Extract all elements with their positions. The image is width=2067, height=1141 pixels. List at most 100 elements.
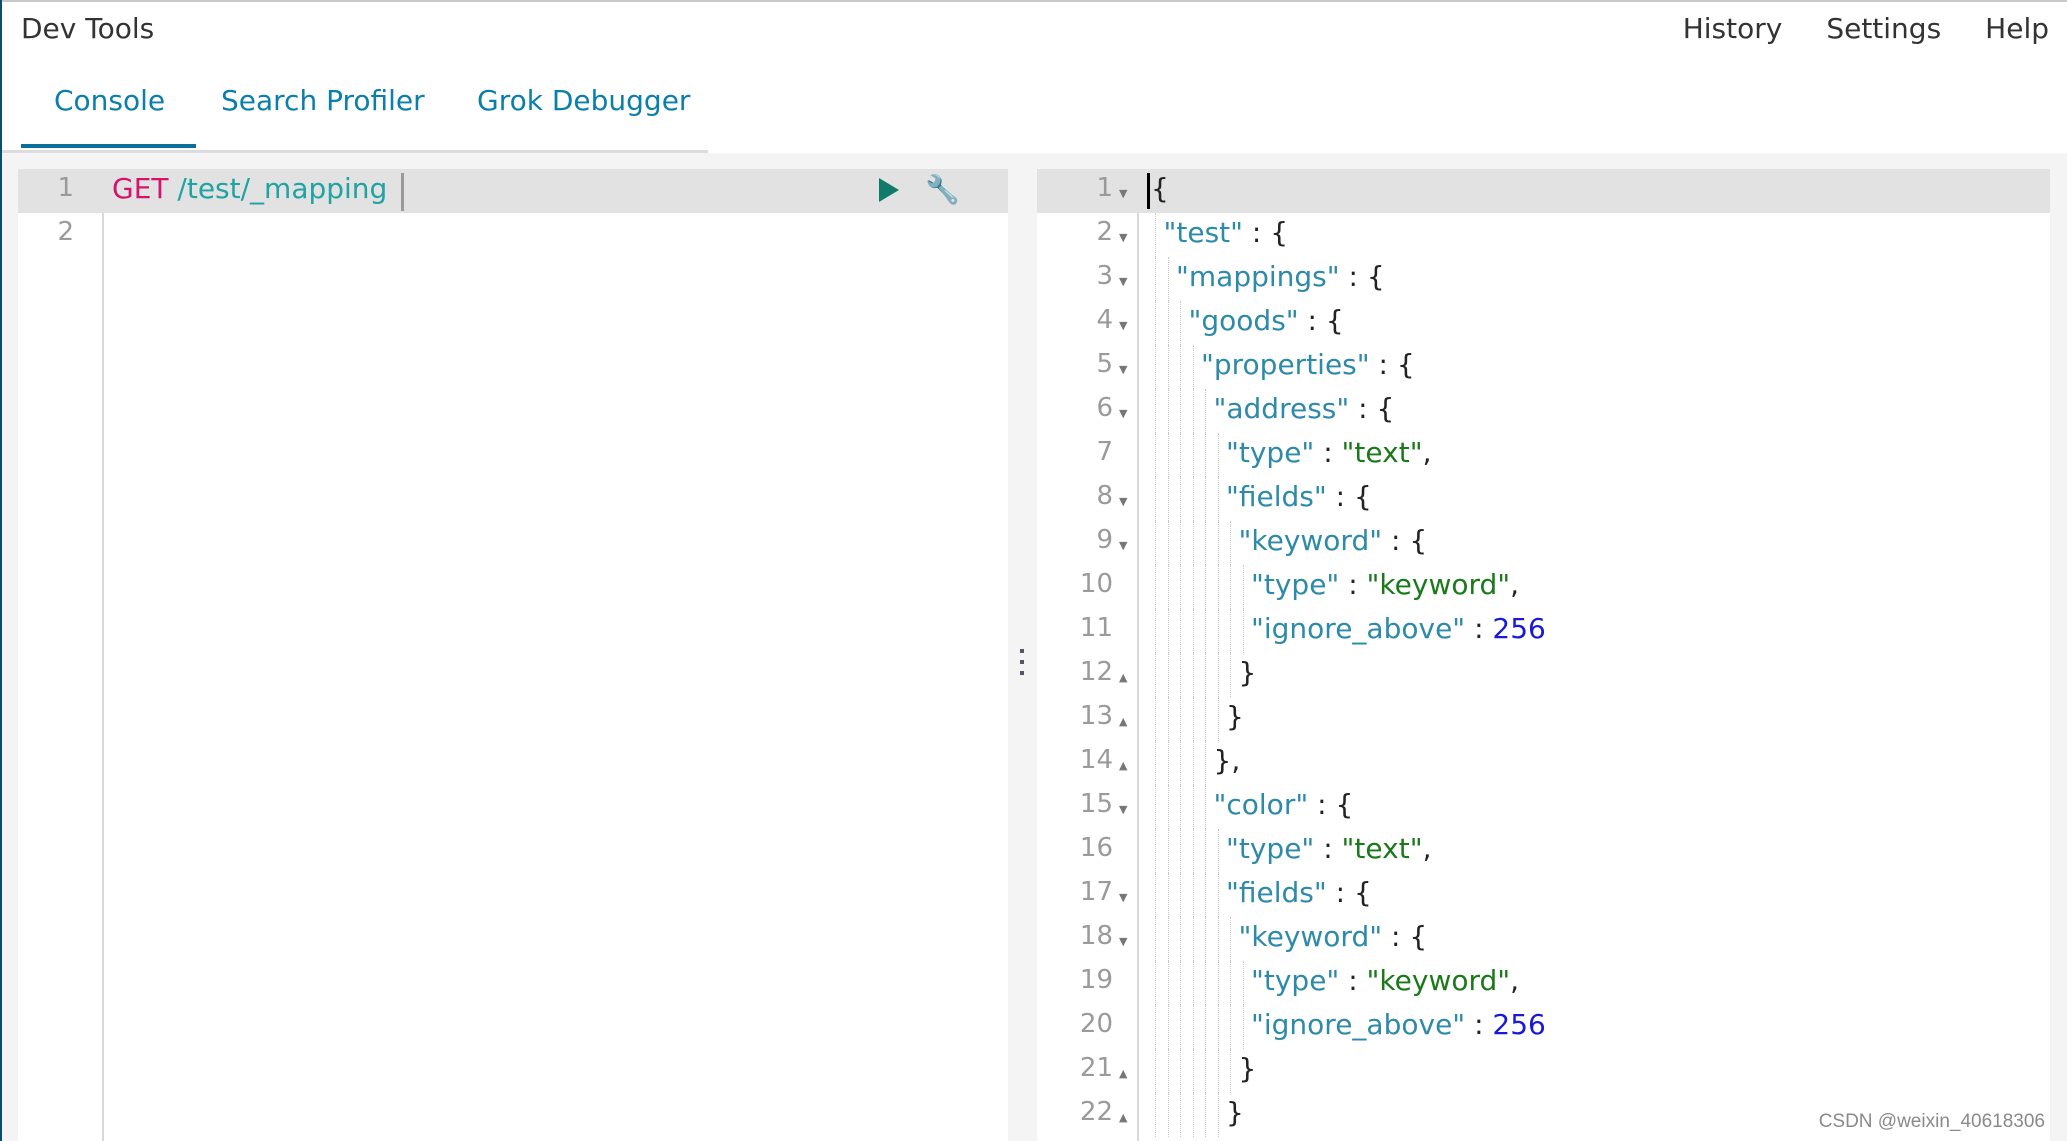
token-punc: : { [1326, 876, 1372, 909]
response-line[interactable]: 1 ▼ { [1037, 169, 2050, 213]
fold-collapse-icon[interactable]: ▼ [1119, 803, 1127, 816]
response-line[interactable]: 19 "type" : "keyword", [1037, 961, 2050, 1005]
response-line[interactable]: 20 "ignore_above" : 256 [1037, 1005, 2050, 1049]
token-punc: , [1422, 436, 1432, 469]
indent-guide [1192, 873, 1194, 917]
token-num: 256 [1492, 1008, 1546, 1041]
indent-guide [1205, 1049, 1206, 1093]
token-punc: }, [1213, 744, 1241, 777]
indent-guide [1180, 917, 1181, 961]
response-line[interactable]: 7 "type" : "text", [1037, 433, 2050, 477]
indent-guide [1167, 653, 1169, 697]
fold-collapse-icon[interactable]: ▼ [1119, 539, 1127, 552]
indent-guide [1167, 917, 1169, 961]
indent-guide [1230, 961, 1231, 1005]
response-line[interactable]: 17 ▼ "fields" : { [1037, 873, 2050, 917]
request-actions: 🔧 [879, 176, 960, 204]
token-punc: : { [1243, 216, 1289, 249]
response-line[interactable]: 2 ▼ "test" : { [1037, 213, 2050, 257]
indent-guide [1230, 609, 1231, 653]
response-line[interactable]: 13 ▲} [1037, 697, 2050, 741]
wrench-icon[interactable]: 🔧 [925, 176, 960, 204]
response-line[interactable]: 4 ▼ "goods" : { [1037, 301, 2050, 345]
indent-guide [1167, 1049, 1169, 1093]
indent-guide [1230, 1005, 1231, 1049]
line-number: 12 [1079, 657, 1113, 687]
fold-collapse-icon[interactable]: ▼ [1119, 231, 1127, 244]
indent-guide [1180, 565, 1181, 609]
indent-guide [1205, 785, 1206, 829]
response-line[interactable]: 5 ▼ "properties" : { [1037, 345, 2050, 389]
fold-expand-icon[interactable]: ▲ [1119, 1067, 1127, 1080]
request-code[interactable]: GET /test/_mapping [112, 172, 387, 205]
fold-collapse-icon[interactable]: ▼ [1119, 319, 1127, 332]
help-link[interactable]: Help [1985, 12, 2049, 45]
settings-link[interactable]: Settings [1826, 12, 1941, 45]
token-key: "type" [1251, 964, 1340, 997]
token-key: "goods" [1188, 304, 1299, 337]
indent-guide [1180, 521, 1181, 565]
token-key: "ignore_above" [1251, 612, 1466, 645]
fold-expand-icon[interactable]: ▲ [1119, 759, 1127, 772]
indent-guide [1192, 565, 1194, 609]
indent-guide [1205, 829, 1206, 873]
tab-console[interactable]: Console [20, 84, 197, 148]
indent-guide [1217, 477, 1219, 521]
fold-expand-icon[interactable]: ▲ [1119, 715, 1127, 728]
indent-guide [1217, 653, 1219, 697]
play-icon[interactable] [879, 178, 900, 202]
response-line[interactable]: 14 ▲}, [1037, 741, 2050, 785]
indent-guide [1155, 741, 1156, 785]
indent-guide [1217, 565, 1219, 609]
request-line[interactable]: 2 [18, 213, 1008, 257]
tab-search-profiler[interactable]: Search Profiler [221, 84, 425, 117]
indent-guide [1192, 1049, 1194, 1093]
indent-guide [1167, 389, 1169, 433]
response-line[interactable]: 9 ▼ "keyword" : { [1037, 521, 2050, 565]
token-punc: : { [1369, 348, 1415, 381]
response-code: "fields" : { [1226, 876, 1372, 909]
indent-guide [1205, 961, 1206, 1005]
indent-guide [1217, 917, 1219, 961]
response-line[interactable]: 18 ▼ "keyword" : { [1037, 917, 2050, 961]
fold-collapse-icon[interactable]: ▼ [1119, 187, 1127, 200]
response-line[interactable]: 11 "ignore_above" : 256 [1037, 609, 2050, 653]
response-line[interactable]: 15 ▼ "color" : { [1037, 785, 2050, 829]
indent-guide [1180, 1005, 1181, 1049]
response-line[interactable]: 8 ▼ "fields" : { [1037, 477, 2050, 521]
indent-guide [1217, 609, 1219, 653]
tab-grok-debugger[interactable]: Grok Debugger [477, 84, 690, 117]
token-str: "keyword" [1366, 964, 1511, 997]
response-code: "keyword" : { [1239, 524, 1428, 557]
indent-guide [1242, 1005, 1244, 1049]
fold-expand-icon[interactable]: ▲ [1119, 1111, 1127, 1124]
request-gutter [18, 169, 104, 1141]
request-editor[interactable]: 1 GET /test/_mapping 🔧 2 [18, 169, 1008, 1141]
history-link[interactable]: History [1683, 12, 1783, 45]
text-cursor [401, 173, 404, 211]
response-line[interactable]: 21 ▲} [1037, 1049, 2050, 1093]
fold-collapse-icon[interactable]: ▼ [1119, 495, 1127, 508]
indent-guide [1180, 785, 1181, 829]
panel-resize-handle[interactable] [1020, 649, 1026, 679]
fold-collapse-icon[interactable]: ▼ [1119, 407, 1127, 420]
response-line[interactable]: 16 "type" : "text", [1037, 829, 2050, 873]
indent-guide [1217, 1093, 1219, 1137]
fold-collapse-icon[interactable]: ▼ [1119, 935, 1127, 948]
response-line[interactable]: 12 ▲} [1037, 653, 2050, 697]
request-line[interactable]: 1 GET /test/_mapping 🔧 [18, 169, 1008, 213]
response-editor[interactable]: 1 ▼ {2 ▼ "test" : {3 ▼ "mappings" : {4 ▼ "goods"… [1037, 169, 2050, 1141]
fold-collapse-icon[interactable]: ▼ [1119, 363, 1127, 376]
line-number: 16 [1079, 833, 1113, 863]
indent-guide [1192, 1005, 1194, 1049]
response-line[interactable]: 6 ▼ "address" : { [1037, 389, 2050, 433]
line-number: 9 [1096, 525, 1113, 555]
indent-guide [1180, 345, 1181, 389]
fold-expand-icon[interactable]: ▲ [1119, 671, 1127, 684]
response-code: "address" : { [1214, 392, 1395, 425]
response-line[interactable]: 10 "type" : "keyword", [1037, 565, 2050, 609]
fold-collapse-icon[interactable]: ▼ [1119, 275, 1127, 288]
token-punc: } [1238, 1052, 1257, 1085]
fold-collapse-icon[interactable]: ▼ [1119, 891, 1127, 904]
response-line[interactable]: 3 ▼ "mappings" : { [1037, 257, 2050, 301]
